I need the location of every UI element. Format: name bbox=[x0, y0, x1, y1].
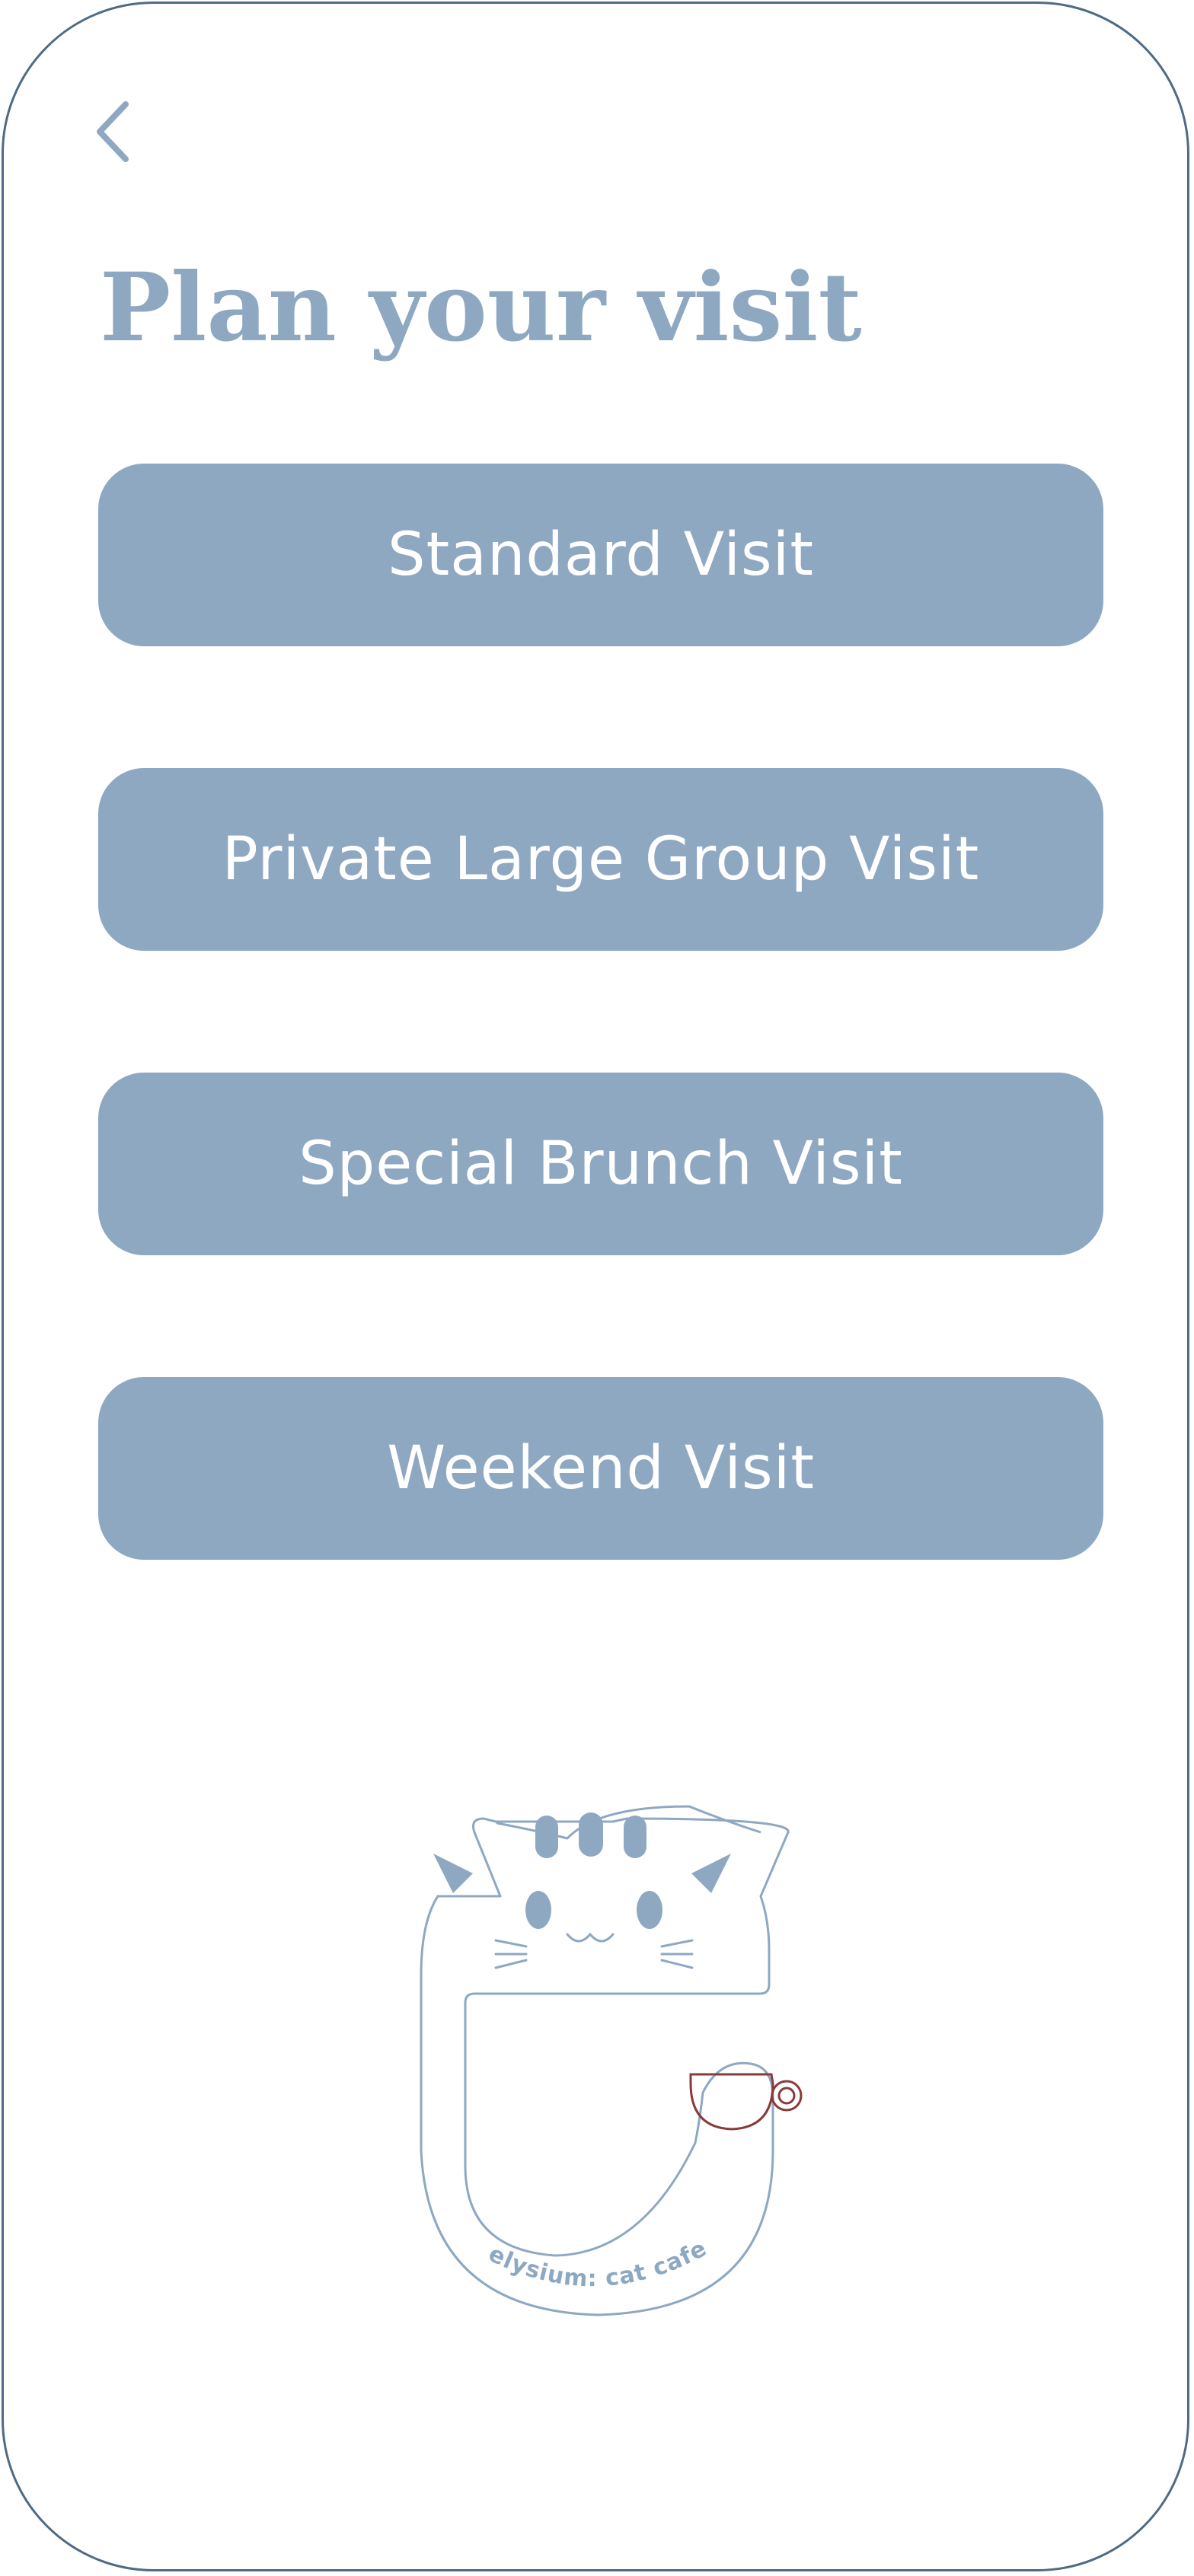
phone-frame: Plan your visit Standard Visit Private L… bbox=[2, 2, 1189, 2571]
weekend-visit-button[interactable]: Weekend Visit bbox=[98, 1377, 1103, 1560]
special-brunch-visit-button[interactable]: Special Brunch Visit bbox=[98, 1073, 1103, 1255]
private-large-group-visit-button[interactable]: Private Large Group Visit bbox=[98, 768, 1103, 951]
visit-options-list: Standard Visit Private Large Group Visit… bbox=[98, 464, 1103, 1682]
logo-text: elysium: cat cafe bbox=[484, 2235, 710, 2293]
elysium-cat-cafe-logo: elysium: cat cafe bbox=[385, 1785, 826, 2364]
chevron-left-icon bbox=[97, 101, 129, 162]
cat-cup-logo-icon: elysium: cat cafe bbox=[420, 1805, 803, 2316]
svg-text:elysium: cat cafe: elysium: cat cafe bbox=[484, 2235, 711, 2293]
page-title: Plan your visit bbox=[100, 253, 862, 363]
standard-visit-button[interactable]: Standard Visit bbox=[98, 464, 1103, 646]
back-button[interactable] bbox=[86, 95, 147, 168]
